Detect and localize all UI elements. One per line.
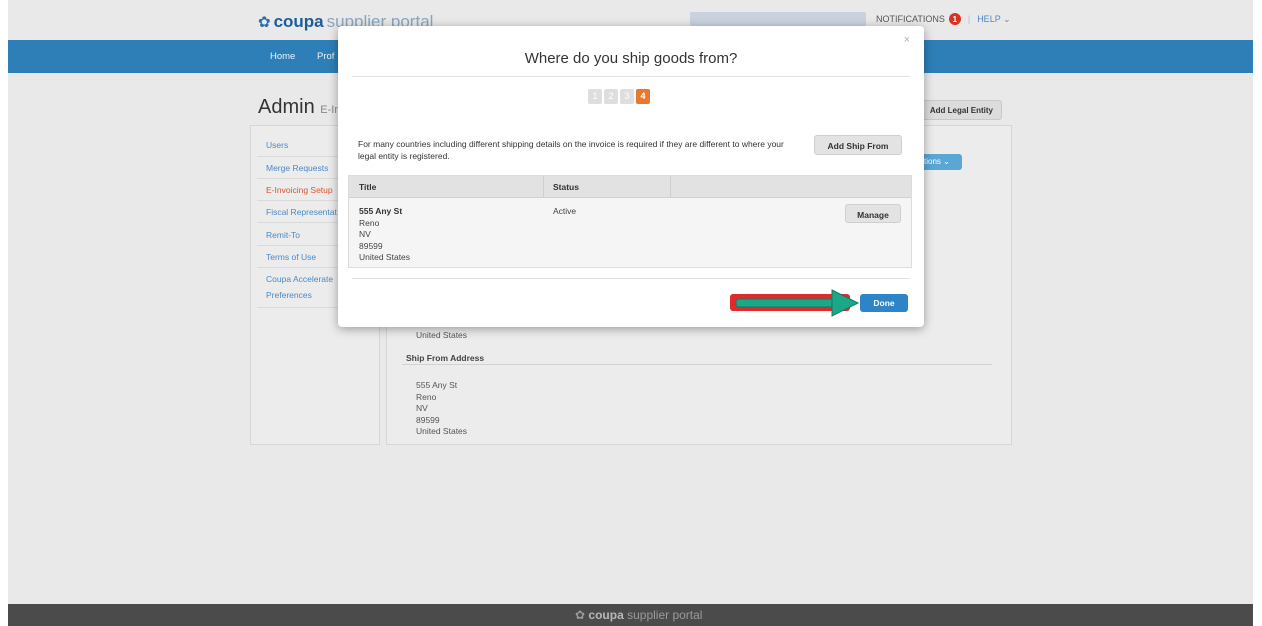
section-divider: [402, 364, 992, 365]
chevron-down-icon: ⌄: [943, 157, 950, 166]
address-line: 555 Any St: [416, 380, 458, 390]
page-title: Admin E-In: [258, 96, 340, 119]
add-legal-entity-button[interactable]: Add Legal Entity: [914, 100, 1002, 120]
close-icon[interactable]: ×: [904, 34, 910, 46]
ship-from-address: 555 Any St Reno NV 89599 United States: [416, 380, 467, 438]
address-line: Reno: [416, 391, 437, 402]
page-title-text: Admin: [258, 96, 315, 118]
modal-title: Where do you ship goods from?: [524, 50, 738, 67]
ship-from-heading: Ship From Address: [406, 353, 485, 363]
wizard-step-indicator: 1 2 3 4: [588, 89, 650, 104]
table-row-address: 555 Any St Reno NV 89599 United States: [359, 206, 410, 264]
footer-logo-bold: coupa: [588, 608, 624, 622]
column-divider: [543, 176, 544, 198]
notifications-count-badge[interactable]: 1: [948, 13, 961, 25]
coupa-logo-icon: ✿: [258, 14, 271, 31]
table-header: Title Status: [349, 176, 911, 198]
column-header-title: Title: [359, 182, 377, 192]
ship-from-modal: × Where do you ship goods from? 1 2 3 4 …: [338, 26, 924, 327]
wizard-step-3[interactable]: 3: [620, 89, 634, 104]
wizard-step-4-active[interactable]: 4: [636, 89, 650, 104]
address-line: NV: [416, 403, 428, 413]
add-ship-from-button[interactable]: Add Ship From: [814, 135, 902, 155]
arrow-head: [831, 289, 860, 317]
nav-item-home[interactable]: Home: [270, 51, 295, 62]
page-footer: ✿ coupa supplier portal: [8, 604, 1253, 626]
arrow-annotation-icon: [735, 289, 860, 317]
done-button[interactable]: Done: [860, 294, 908, 312]
chevron-down-icon: ⌄: [1003, 13, 1011, 24]
address-line: United States: [359, 252, 411, 262]
address-line: 89599: [416, 414, 440, 425]
coupa-logo-icon: ✿: [575, 608, 586, 622]
notifications-link[interactable]: NOTIFICATIONS: [876, 14, 945, 24]
column-header-status: Status: [553, 182, 579, 192]
address-line: 555 Any St: [359, 206, 403, 216]
address-line: Reno: [359, 217, 380, 228]
modal-divider: [352, 278, 910, 279]
address-line: 89599: [359, 240, 383, 251]
logo-text-bold: coupa: [273, 12, 324, 31]
modal-intro-text: For many countries including different s…: [358, 139, 784, 161]
ship-from-table: Title Status 555 Any St Reno NV 89599 Un…: [348, 175, 912, 268]
help-label: HELP: [977, 13, 1001, 24]
wizard-step-2[interactable]: 2: [604, 89, 618, 104]
legal-address-country: United States: [416, 330, 468, 340]
help-menu[interactable]: HELP ⌄: [977, 14, 1010, 25]
address-line: NV: [359, 229, 371, 239]
table-row-status: Active: [553, 206, 577, 216]
column-divider: [670, 176, 671, 198]
wizard-step-1[interactable]: 1: [588, 89, 602, 104]
nav-item-profile[interactable]: Prof: [317, 51, 334, 62]
header-separator: |: [967, 14, 971, 24]
user-name-blurred: [690, 12, 866, 26]
footer-logo-light: supplier portal: [627, 608, 703, 622]
arrow-shaft: [735, 298, 835, 308]
header-links: NOTIFICATIONS 1 | HELP ⌄: [876, 13, 1011, 25]
footer-logo: ✿ coupa supplier portal: [575, 608, 702, 622]
manage-button[interactable]: Manage: [845, 204, 901, 223]
address-line: United States: [416, 426, 468, 436]
modal-divider: [352, 76, 910, 77]
